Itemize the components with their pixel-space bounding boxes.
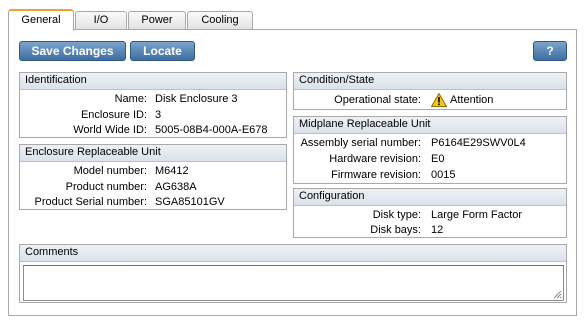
comments-textarea[interactable] (23, 265, 564, 301)
resize-grip-icon[interactable] (553, 290, 562, 299)
enclosure-replaceable-unit-section: Enclosure Replaceable Unit Model number:… (19, 144, 287, 210)
identification-section: Identification Name: Disk Enclosure 3 En… (19, 72, 287, 138)
tab-power[interactable]: Power (128, 11, 186, 29)
disk-bays-value: 12 (431, 224, 444, 236)
identification-header: Identification (20, 73, 286, 90)
comments-header: Comments (20, 245, 566, 262)
hardware-revision-value: E0 (431, 153, 445, 165)
locate-button[interactable]: Locate (130, 41, 195, 61)
product-serial-number-label: Product Serial number: (34, 196, 148, 208)
disk-bays-label: Disk bays: (370, 224, 421, 236)
name-label: Name: (114, 93, 147, 105)
firmware-revision-value: 0015 (431, 169, 456, 181)
operational-state-label: Operational state: (334, 94, 421, 106)
name-value: Disk Enclosure 3 (155, 93, 238, 105)
warning-icon (431, 93, 447, 108)
comments-section: Comments (19, 244, 567, 303)
condition-state-header: Condition/State (294, 73, 566, 90)
help-button[interactable]: ? (533, 41, 567, 61)
assembly-serial-number-value: P6164E29SWV0L4 (431, 137, 526, 149)
midplane-replaceable-unit-section: Midplane Replaceable Unit Assembly seria… (293, 116, 567, 184)
tab-general[interactable]: General (8, 9, 74, 31)
disk-type-value: Large Form Factor (431, 209, 523, 221)
product-number-value: AG638A (155, 181, 197, 193)
assembly-serial-number-label: Assembly serial number: (300, 137, 421, 149)
configuration-section: Configuration Disk type: Large Form Fact… (293, 188, 567, 238)
world-wide-id-value: 5005-08B4-000A-E678 (155, 124, 268, 136)
operational-state-value: Attention (450, 94, 494, 106)
firmware-revision-label: Firmware revision: (331, 169, 421, 181)
world-wide-id-label: World Wide ID: (73, 124, 147, 136)
enclosure-id-label: Enclosure ID: (80, 109, 147, 121)
tab-io[interactable]: I/O (75, 11, 127, 29)
hardware-revision-label: Hardware revision: (329, 153, 421, 165)
model-number-label: Model number: (73, 165, 147, 177)
enclosure-replaceable-unit-header: Enclosure Replaceable Unit (20, 145, 286, 162)
midplane-replaceable-unit-header: Midplane Replaceable Unit (294, 117, 566, 134)
enclosure-id-value: 3 (155, 109, 162, 121)
disk-type-label: Disk type: (372, 209, 421, 221)
save-changes-button[interactable]: Save Changes (19, 41, 126, 61)
tab-cooling[interactable]: Cooling (187, 11, 253, 29)
configuration-header: Configuration (294, 189, 566, 206)
product-number-label: Product number: (65, 181, 147, 193)
product-serial-number-value: SGA85101GV (155, 196, 225, 208)
model-number-value: M6412 (155, 165, 189, 177)
general-tab-panel: Save Changes Locate ? Identification Nam… (8, 29, 577, 316)
condition-state-section: Condition/State Operational state: Atten… (293, 72, 567, 110)
operational-state-value-wrap: Attention (431, 93, 494, 108)
